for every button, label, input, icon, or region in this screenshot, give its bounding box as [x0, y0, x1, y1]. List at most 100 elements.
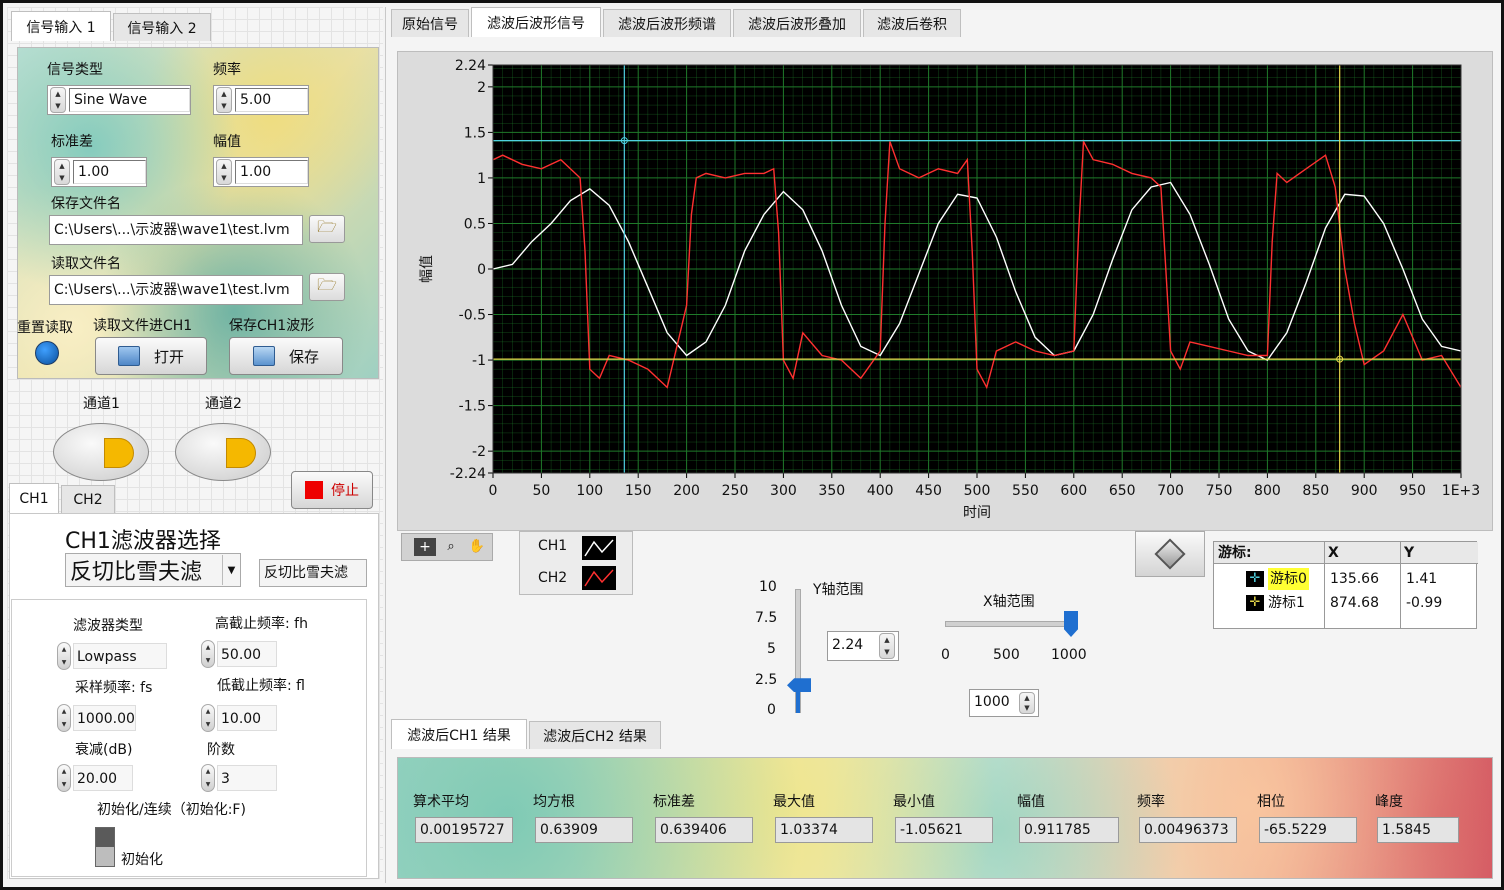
y-tick-label: -0.5 — [459, 308, 486, 324]
stat-rms-value: 0.63909 — [535, 817, 633, 843]
browse-save-button[interactable]: 🗁 — [309, 215, 345, 243]
tab-label: 滤波后波形叠加 — [748, 16, 846, 33]
x-tick-label: 50 — [532, 483, 550, 499]
spinner-arrows-icon[interactable]: ▲ ▼ — [54, 159, 70, 185]
spinner-arrows-icon[interactable]: ▲ ▼ — [216, 159, 232, 185]
cursor1-row[interactable]: ✛ 游标1 — [1242, 592, 1305, 614]
tab-label: 信号输入 2 — [127, 20, 197, 37]
x-range-label: X轴范围 — [983, 594, 1035, 610]
x-axis-label: 时间 — [963, 505, 991, 521]
sample-rate-value: 1000.00 — [73, 705, 136, 731]
spinner-arrows-icon[interactable]: ▲ ▼ — [50, 87, 66, 113]
x-range-slider-track[interactable] — [945, 621, 1071, 627]
y-range-input[interactable]: 2.24 ▲ ▼ — [827, 631, 899, 661]
filter-type-ring[interactable]: ▲ ▼ Lowpass — [57, 641, 167, 671]
cursor1-name: 游标1 — [1268, 595, 1305, 611]
x-range-input[interactable]: 1000 ▲ ▼ — [969, 689, 1039, 717]
spinner-arrows-icon[interactable]: ▲ ▼ — [216, 87, 232, 113]
tab-filtered-overlay[interactable]: 滤波后波形叠加 — [733, 9, 861, 37]
tab-filtered-ch1-result[interactable]: 滤波后CH1 结果 — [391, 719, 527, 749]
tab-label: 滤波后CH1 结果 — [407, 727, 511, 744]
cursor-move-button[interactable] — [1135, 531, 1205, 577]
tab-signal-input-2[interactable]: 信号输入 2 — [113, 13, 211, 41]
std-dev-input[interactable]: ▲ ▼ 1.00 — [51, 157, 147, 187]
channel2-label: 通道2 — [205, 396, 242, 412]
x-tick-label: 350 — [818, 483, 845, 499]
attenuation-input[interactable]: ▲ ▼ 20.00 — [57, 763, 133, 793]
save-file-icon — [252, 346, 275, 366]
legend-ch1-swatch[interactable] — [582, 536, 616, 560]
save-button[interactable]: 保存 — [229, 337, 343, 375]
spinner-arrows-icon[interactable]: ▲ ▼ — [57, 704, 71, 732]
filter-select-dropdown[interactable]: 反切比雪夫滤 ▼ — [65, 553, 241, 587]
low-cutoff-label: 低截止频率: fl — [217, 678, 305, 694]
y-tick-5: 5 — [767, 641, 776, 657]
order-input[interactable]: ▲ ▼ 3 — [201, 763, 277, 793]
channel1-led — [104, 438, 134, 468]
signal-type-ring[interactable]: ▲ ▼ Sine Wave — [47, 85, 191, 115]
spinner-arrows-icon[interactable]: ▲ ▼ — [57, 764, 71, 792]
tab-filtered-convolution[interactable]: 滤波后卷积 — [863, 9, 961, 37]
pan-hand-tool-icon[interactable]: ✋ — [466, 538, 488, 556]
spinner-arrows-icon[interactable]: ▲ ▼ — [879, 633, 895, 659]
spinner-arrows-icon[interactable]: ▲ ▼ — [1019, 692, 1035, 714]
x-col-header: X — [1324, 542, 1400, 564]
high-cutoff-label: 高截止频率: fh — [215, 616, 308, 632]
tab-label: CH2 — [73, 491, 103, 508]
x-tick-label: 600 — [1060, 483, 1087, 499]
stat-kurtosis-value: 1.5845 — [1377, 817, 1459, 843]
tab-filter-ch1[interactable]: CH1 — [9, 483, 59, 513]
tab-filter-ch2[interactable]: CH2 — [61, 485, 115, 513]
channel1-toggle[interactable] — [53, 423, 149, 481]
y-tick-label: -2 — [472, 444, 486, 460]
high-cutoff-input[interactable]: ▲ ▼ 50.00 — [201, 639, 277, 669]
y-tick-label: 1 — [477, 171, 486, 187]
reset-read-label: 重置读取 — [17, 320, 73, 336]
channel2-toggle[interactable] — [175, 423, 271, 481]
cursor0-row[interactable]: ✛ 游标0 — [1242, 568, 1309, 590]
browse-read-button[interactable]: 🗁 — [309, 273, 345, 301]
tab-raw-signal[interactable]: 原始信号 — [391, 9, 469, 37]
reset-read-led[interactable] — [35, 341, 59, 365]
stat-amplitude-label: 幅值 — [1017, 794, 1045, 810]
read-into-ch1-label: 读取文件进CH1 — [93, 318, 193, 334]
stop-button[interactable]: 停止 — [291, 471, 373, 509]
tab-label: 滤波后卷积 — [877, 16, 947, 33]
open-file-icon — [117, 346, 140, 366]
x-tick-1000: 1000 — [1051, 647, 1087, 663]
sample-rate-label: 采样频率: fs — [75, 680, 153, 696]
cursor0-name: 游标0 — [1268, 568, 1309, 590]
tab-filtered-ch2-result[interactable]: 滤波后CH2 结果 — [529, 721, 661, 749]
spinner-arrows-icon[interactable]: ▲ ▼ — [201, 704, 215, 732]
low-cutoff-input[interactable]: ▲ ▼ 10.00 — [201, 703, 277, 733]
frequency-label: 频率 — [213, 62, 241, 78]
x-range-value: 1000 — [970, 691, 1017, 715]
zoom-tool-icon[interactable]: ⌕ — [440, 538, 462, 556]
crosshair-cursor-tool-icon[interactable]: + — [414, 538, 436, 556]
legend-ch1-label: CH1 — [538, 538, 568, 554]
save-path-field[interactable]: C:\Users\...\示波器\wave1\test.lvm — [49, 215, 303, 245]
init-toggle-switch[interactable] — [95, 827, 115, 867]
low-cutoff-value: 10.00 — [217, 705, 277, 731]
spinner-arrows-icon[interactable]: ▲ ▼ — [201, 640, 215, 668]
spinner-arrows-icon[interactable]: ▲ ▼ — [57, 642, 71, 670]
std-dev-label: 标准差 — [51, 134, 93, 150]
tab-label: CH1 — [19, 490, 49, 507]
amplitude-input[interactable]: ▲ ▼ 1.00 — [213, 157, 309, 187]
read-path-field[interactable]: C:\Users\...\示波器\wave1\test.lvm — [49, 275, 303, 305]
spinner-arrows-icon[interactable]: ▲ ▼ — [201, 764, 215, 792]
app-window: 信号输入 1 信号输入 2 信号类型 ▲ ▼ Sine Wave 频率 ▲ ▼ 5.… — [0, 0, 1504, 890]
sample-rate-input[interactable]: ▲ ▼ 1000.00 — [57, 703, 136, 733]
open-button[interactable]: 打开 — [95, 337, 207, 375]
tab-signal-input-1[interactable]: 信号输入 1 — [11, 11, 111, 41]
legend-ch2-swatch[interactable] — [582, 566, 616, 590]
tab-filtered-waveform[interactable]: 滤波后波形信号 — [471, 7, 601, 37]
tab-filtered-spectrum[interactable]: 滤波后波形频谱 — [603, 9, 731, 37]
stat-rms-label: 均方根 — [533, 794, 575, 810]
y-tick-0: 0 — [767, 702, 776, 718]
amplitude-value: 1.00 — [235, 160, 308, 184]
signal-type-label: 信号类型 — [47, 62, 103, 78]
attenuation-label: 衰减(dB) — [75, 742, 133, 758]
frequency-input[interactable]: ▲ ▼ 5.00 — [213, 85, 309, 115]
y-tick-label: -1.5 — [459, 399, 486, 415]
